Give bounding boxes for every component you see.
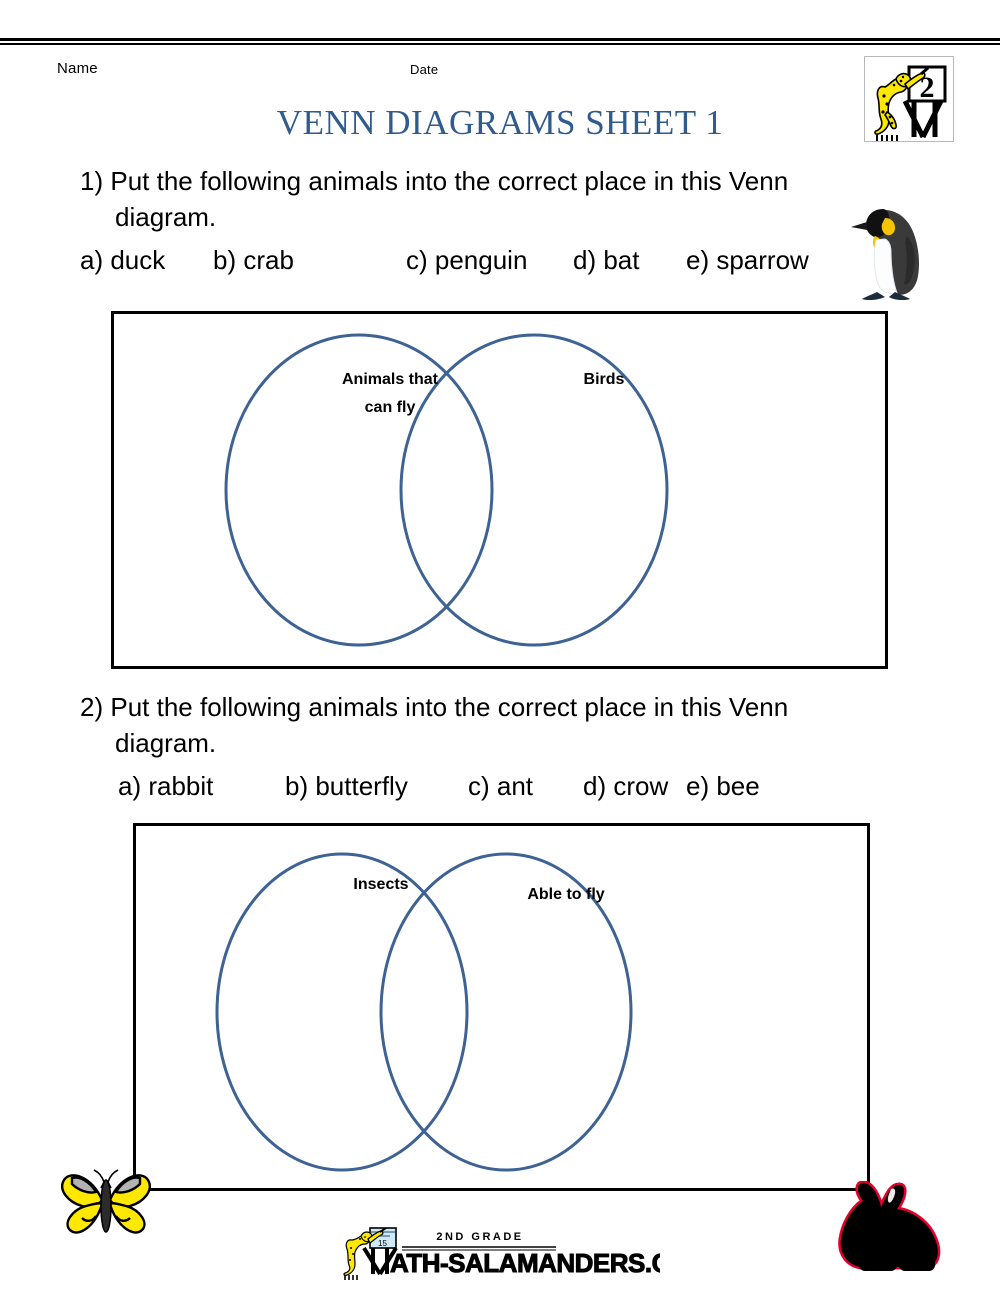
- date-label: Date: [410, 62, 439, 77]
- question-2-option-c: c) ant: [468, 771, 534, 801]
- rabbit-illustration: [833, 1180, 959, 1278]
- question-1-number: 1): [80, 166, 104, 196]
- question-1-prompt: Put the following animals into the corre…: [110, 166, 789, 196]
- question-1-options: a) duck b) crab c) penguin d) bat e) sparrow: [80, 242, 900, 278]
- question-2-options: a) rabbit b) butterfly c) ant d) crow e) bee: [80, 768, 900, 804]
- question-1-option-e: e) sparrow: [686, 245, 809, 275]
- question-1-block: 1) Put the following animals into the co…: [80, 163, 900, 278]
- question-1-option-c: c) penguin: [406, 245, 528, 275]
- question-1-option-b: b) crab: [213, 245, 294, 275]
- page-title: VENN DIAGRAMS SHEET 1: [276, 103, 724, 142]
- header-divider-rule: [0, 38, 1000, 45]
- venn-1-left-label-line1: Animals that: [341, 371, 438, 388]
- question-2-option-b: b) butterfly: [285, 771, 408, 801]
- venn-circles-1: [224, 333, 669, 647]
- penguin-icon: [851, 209, 919, 301]
- question-1-option-d: d) bat: [573, 245, 640, 275]
- venn-diagram-1: Animals that can fly Birds: [111, 311, 888, 669]
- name-label: Name: [57, 60, 98, 77]
- venn-1-right-label: Birds: [583, 371, 625, 388]
- penguin-illustration: [845, 196, 953, 304]
- question-1-line: 1) Put the following animals into the co…: [80, 163, 900, 199]
- footer-brand-logo: 15 2ND GRADE ATH-SALAMANDERS.COM: [340, 1226, 712, 1282]
- question-2-option-d: d) crow: [583, 771, 669, 801]
- question-2-block: 2) Put the following animals into the co…: [80, 689, 900, 804]
- question-1-option-a: a) duck: [80, 245, 166, 275]
- rabbit-icon: [838, 1180, 941, 1271]
- venn-1-left-label: Animals that can fly: [300, 366, 480, 422]
- question-2-prompt-cont: diagram.: [115, 728, 217, 758]
- question-1-prompt-cont: diagram.: [115, 202, 217, 232]
- venn-diagram-2: Insects Able to fly: [133, 823, 870, 1191]
- footer-grade-text: 2ND GRADE: [436, 1231, 523, 1243]
- question-2-line: 2) Put the following animals into the co…: [80, 689, 900, 725]
- venn-2-left-label: Insects: [353, 876, 409, 893]
- butterfly-illustration: [52, 1168, 160, 1248]
- butterfly-icon: [61, 1169, 151, 1234]
- math-salamanders-logo-icon: 15 2ND GRADE ATH-SALAMANDERS.COM: [343, 1227, 712, 1280]
- question-2-number: 2): [80, 692, 104, 722]
- venn-1-left-label-line2: can fly: [364, 399, 416, 416]
- question-2-option-e: e) bee: [686, 771, 760, 801]
- footer-site-text: ATH-SALAMANDERS.COM: [390, 1248, 660, 1278]
- question-2-option-a: a) rabbit: [118, 771, 214, 801]
- svg-text:15: 15: [378, 1239, 387, 1248]
- venn-2-right-label: Able to fly: [527, 886, 605, 903]
- question-2-prompt: Put the following animals into the corre…: [110, 692, 789, 722]
